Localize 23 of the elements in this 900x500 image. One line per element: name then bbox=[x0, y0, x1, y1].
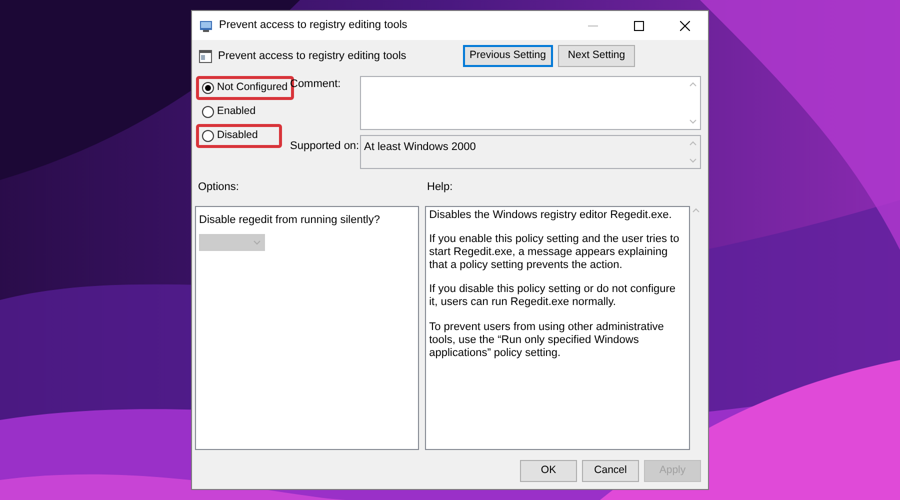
dialog-button[interactable]: OK bbox=[520, 460, 577, 482]
options-label: Options: bbox=[198, 180, 240, 195]
help-paragraph: If you disable this policy setting or do not configure it, users can run Regedit.exe normally. bbox=[429, 283, 677, 310]
window-title: Prevent access to registry editing tools bbox=[219, 18, 408, 34]
dialog-button[interactable]: Cancel bbox=[582, 460, 639, 482]
help-paragraph: To prevent users from using other administrative tools, use the “Run only specified Windows applications” policy setting. bbox=[429, 320, 665, 360]
comment-field[interactable] bbox=[360, 76, 701, 130]
policy-icon bbox=[199, 50, 212, 62]
dropdown-caret-icon bbox=[253, 240, 261, 246]
close-icon bbox=[680, 20, 690, 30]
previous-setting-button[interactable]: Previous Setting bbox=[462, 45, 553, 67]
supported-on-label: Supported on: bbox=[290, 139, 360, 154]
next-setting-button[interactable]: Next Setting bbox=[558, 45, 635, 67]
option-prompt: Disable regedit from running silently? bbox=[199, 212, 381, 228]
help-paragraph: Disables the Windows registry editor Regedit.exe. bbox=[429, 208, 673, 222]
radio-option[interactable]: Enabled bbox=[196, 100, 262, 124]
help-paragraph: If you enable this policy setting and the user tries to start Regedit.exe, a message appears explaining that a policy setting prevents the action. bbox=[429, 232, 680, 272]
field-value: At least Windows 2000 bbox=[364, 140, 476, 155]
maximize-icon bbox=[634, 20, 644, 30]
radio-option[interactable]: Disabled bbox=[196, 124, 282, 148]
help-label: Help: bbox=[427, 180, 453, 195]
app-icon bbox=[199, 18, 213, 32]
policy-title: Prevent access to registry editing tools bbox=[218, 48, 408, 64]
